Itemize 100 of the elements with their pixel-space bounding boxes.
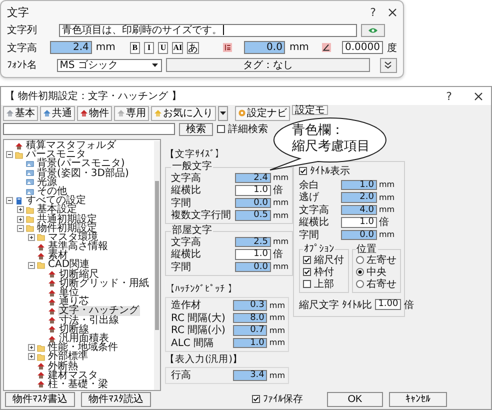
toolbar-tab[interactable]: 専用 [114,106,149,120]
font-style-button[interactable]: U [158,42,168,54]
tree-item[interactable]: その他 [36,186,68,196]
tree-item[interactable]: 素材 [47,251,69,260]
tree-item[interactable]: CAD関連 [47,260,91,270]
number-field[interactable]: 1.00 [375,299,402,310]
number-field[interactable]: 2.4 [235,172,271,183]
spacing-icon[interactable] [223,42,232,54]
font-style-button[interactable]: あ [187,42,200,54]
tree-item[interactable]: 切断グリッド・用紙 [58,278,150,288]
eye-button[interactable] [361,24,385,37]
toolbar-tab[interactable]: お気に入り [151,106,216,120]
number-field[interactable]: 0.0 [235,262,271,272]
tree-item[interactable]: 共通初期設定 [36,214,98,224]
number-field[interactable]: 1.0 [232,338,268,348]
tree-item[interactable]: 汎用面積表 [58,334,110,344]
write-button[interactable]: 物件ﾏｽﾀ書込 [5,392,75,406]
collapse-icon[interactable] [6,197,13,204]
tree-item[interactable]: 光源 [36,178,58,187]
font-dropdown[interactable]: MS ゴシック [56,58,162,72]
number-field[interactable]: 1.0 [235,249,271,260]
checkbox[interactable] [252,395,260,403]
tree-item[interactable]: 外断熱 [47,362,79,371]
collapse-icon[interactable] [17,224,24,232]
book-icon [15,196,23,205]
number-field[interactable]: 0.0 [235,198,271,208]
radio-button[interactable] [356,268,364,276]
number-field[interactable]: 0.0 [341,230,377,240]
tree-item[interactable]: 単位 [58,288,80,298]
number-field[interactable]: 0.3 [232,300,268,310]
tag-button[interactable]: タグ：なし [166,58,370,72]
dropdown-button[interactable] [218,106,228,120]
search-button[interactable]: 検索 [179,122,213,136]
folder-icon [15,150,23,159]
ok-button[interactable]: OK [327,392,383,406]
tree-item[interactable]: 文字・ハッチング [58,306,140,316]
toolbar-tab[interactable]: 物件 [77,106,112,120]
number-field[interactable]: 0.0000 [342,41,383,54]
number-field[interactable]: 2.4 [50,41,92,54]
cancel-button[interactable]: ｷｬﾝｾﾙ [389,392,447,406]
number-field[interactable]: 4.0 [341,204,377,215]
close-icon[interactable] [474,92,483,100]
expand-icon[interactable] [28,344,35,352]
number-field[interactable]: 0.0 [244,41,286,54]
search-field[interactable] [3,123,175,135]
unit-label: mm [269,370,285,380]
collapse-icon[interactable] [28,262,35,269]
expand-icon[interactable] [17,206,24,214]
tree-item[interactable]: 物件初期設定 [36,224,98,233]
checkbox[interactable] [303,268,311,276]
mode-button[interactable]: 設定モ [292,105,328,115]
number-field[interactable]: 2.5 [235,236,271,247]
number-field[interactable]: 8.0 [232,312,268,323]
number-field[interactable]: 0.5 [235,210,271,220]
tree-item[interactable]: 通り芯 [58,297,90,306]
toolbar-tab[interactable]: 基本 [3,106,38,120]
text-field[interactable]: 青色項目は、印刷時のサイズです。 [59,24,357,37]
scrollbar-thumb[interactable] [155,181,159,330]
number-field[interactable]: 1.0 [235,185,271,196]
toolbar-tab[interactable]: 共通 [40,106,75,120]
tree-item[interactable]: 建材マスタ [47,370,99,380]
tree-item[interactable]: 背景(パースモニタ) [36,159,126,169]
expand-icon[interactable] [28,234,35,241]
tree-item[interactable]: 切断線 [58,324,90,334]
checkbox[interactable] [299,167,307,175]
font-style-button[interactable]: B [130,42,140,54]
checkbox-label: 上部 [314,278,334,291]
help-button[interactable]: ? [446,90,452,102]
tree-item[interactable]: 積算マスタフォルダ [25,141,117,150]
navigation-button[interactable]: 設定ナビ [235,106,290,120]
tree-item[interactable]: 外部標準 [47,352,89,362]
number-field[interactable]: 2.0 [341,192,377,202]
number-field[interactable]: 3.4 [232,370,268,380]
close-icon[interactable] [388,8,397,18]
field-label: 行高 [171,368,192,382]
checkbox[interactable] [303,280,311,288]
number-field[interactable]: 1.0 [341,217,377,228]
tree-item[interactable]: 背景(姿図・3D部品) [36,168,130,178]
tree-item[interactable]: 寸法・引出線 [58,316,120,325]
tree-item[interactable]: 基準高さ情報 [47,242,109,252]
field-label: 文字列 [7,24,38,38]
number-field[interactable]: 1.0 [341,180,377,190]
expand-button[interactable] [380,58,398,73]
checkbox[interactable] [217,125,225,133]
read-button[interactable]: 物件ﾏｽﾀ読込 [81,392,151,406]
tree-item[interactable]: 基本設定 [36,205,78,214]
font-style-button[interactable]: AI [172,42,184,54]
tree-item[interactable]: 切断縮尺 [58,270,100,279]
radio-button[interactable] [356,280,364,288]
expand-icon[interactable] [28,353,35,360]
field-label: 文字高 [171,172,202,184]
collapse-icon[interactable] [6,151,13,158]
angle-icon[interactable] [322,42,331,54]
number-field[interactable]: 0.7 [232,325,268,336]
checkbox[interactable] [303,256,311,264]
expand-icon[interactable] [17,216,24,223]
help-button[interactable]: ? [370,6,376,20]
radio-button[interactable] [356,256,364,264]
font-style-button[interactable]: I [144,42,154,54]
tree-item[interactable]: 柱・基礎・梁 [47,380,109,390]
